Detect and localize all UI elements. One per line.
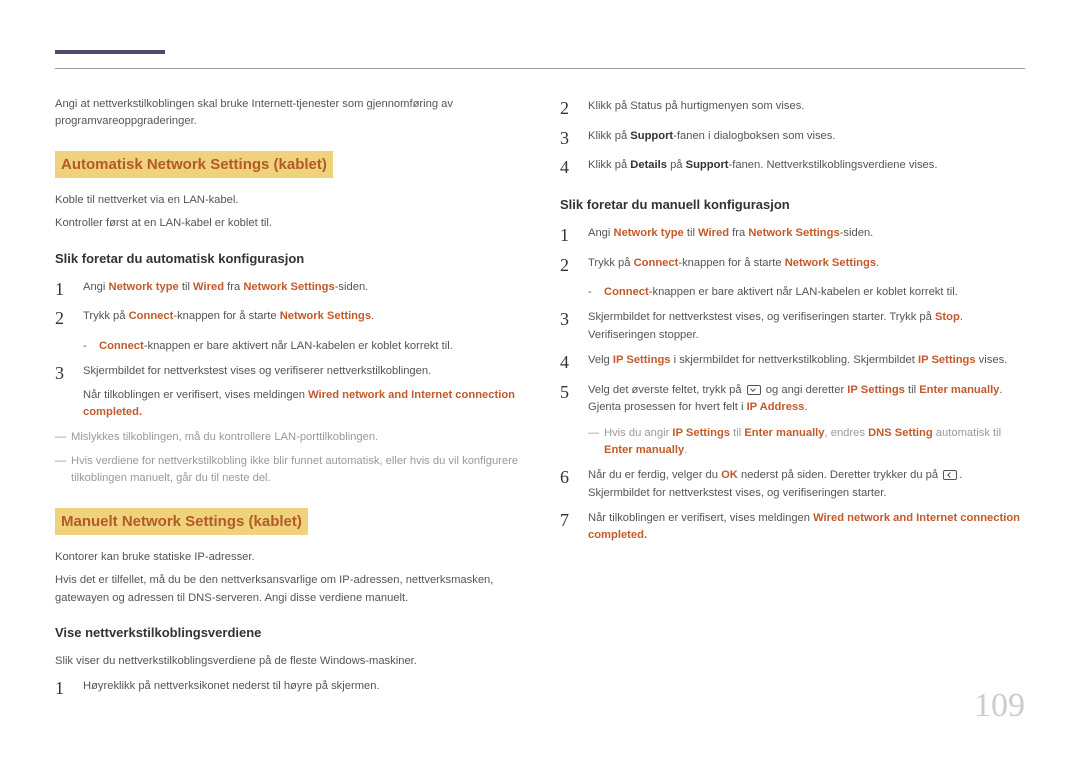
subheading-auto-config: Slik foretar du automatisk konfigurasjon xyxy=(55,249,520,269)
subheading-view-values: Vise nettverkstilkoblingsverdiene xyxy=(55,623,520,643)
step-number: 3 xyxy=(560,128,588,150)
heading-auto-network: Automatisk Network Settings (kablet) xyxy=(55,151,333,178)
step-text: Når du er ferdig, velger du OK nederst p… xyxy=(588,467,1025,502)
para: Kontorer kan bruke statiske IP-adresser. xyxy=(55,549,520,566)
step-number: 4 xyxy=(560,157,588,179)
intro-text: Angi at nettverkstilkoblingen skal bruke… xyxy=(55,96,520,131)
step-text: Høyreklikk på nettverksikonet nederst ti… xyxy=(83,678,520,700)
step-3: 3 Klikk på Support-fanen i dialogboksen … xyxy=(560,128,1025,150)
page-columns: Angi at nettverkstilkoblingen skal bruke… xyxy=(55,60,1025,708)
heading-manual-network: Manuelt Network Settings (kablet) xyxy=(55,508,308,535)
step-4: 4 Klikk på Details på Support-fanen. Net… xyxy=(560,157,1025,179)
note: ― Mislykkes tilkoblingen, må du kontroll… xyxy=(55,429,520,446)
step-text: Trykk på Connect-knappen for å starte Ne… xyxy=(588,255,1025,277)
step-3: 3 Skjermbildet for nettverkstest vises, … xyxy=(560,309,1025,344)
step-number: 1 xyxy=(55,678,83,700)
step-2: 2 Klikk på Status på hurtigmenyen som vi… xyxy=(560,98,1025,120)
para: Slik viser du nettverkstilkoblingsverdie… xyxy=(55,653,520,670)
step-text: Velg det øverste feltet, trykk på og ang… xyxy=(588,382,1025,417)
step-number: 1 xyxy=(55,279,83,301)
step-number: 7 xyxy=(560,510,588,545)
note: ― Hvis du angir IP Settings til Enter ma… xyxy=(588,425,1025,460)
right-column: 2 Klikk på Status på hurtigmenyen som vi… xyxy=(560,90,1025,708)
step-3: 3 Skjermbildet for nettverkstest vises o… xyxy=(55,363,520,421)
step-4: 4 Velg IP Settings i skjermbildet for ne… xyxy=(560,352,1025,374)
dash-icon: ― xyxy=(55,453,71,488)
note: ― Hvis verdiene for nettverkstilkobling … xyxy=(55,453,520,488)
step-number: 1 xyxy=(560,225,588,247)
step-text: Klikk på Details på Support-fanen. Nettv… xyxy=(588,157,1025,179)
step-text: Velg IP Settings i skjermbildet for nett… xyxy=(588,352,1025,374)
note-text: Hvis verdiene for nettverkstilkobling ik… xyxy=(71,453,520,488)
dash-icon: - xyxy=(588,284,604,301)
dash-icon: ― xyxy=(588,425,604,460)
note-text: Mislykkes tilkoblingen, må du kontroller… xyxy=(71,429,520,446)
step-6: 6 Når du er ferdig, velger du OK nederst… xyxy=(560,467,1025,502)
step-1: 1 Angi Network type til Wired fra Networ… xyxy=(560,225,1025,247)
step-number: 2 xyxy=(560,98,588,120)
dash-icon: - xyxy=(83,338,99,355)
step-number: 6 xyxy=(560,467,588,502)
left-column: Angi at nettverkstilkoblingen skal bruke… xyxy=(55,90,520,708)
sub-bullet: - Connect-knappen er bare aktivert når L… xyxy=(588,284,1025,301)
step-2: 2 Trykk på Connect-knappen for å starte … xyxy=(55,308,520,330)
section-marker xyxy=(55,50,165,54)
step-number: 4 xyxy=(560,352,588,374)
step-text: Når tilkoblingen er verifisert, vises me… xyxy=(588,510,1025,545)
step-number: 5 xyxy=(560,382,588,417)
step-text: Klikk på Support-fanen i dialogboksen so… xyxy=(588,128,1025,150)
step-text: Trykk på Connect-knappen for å starte Ne… xyxy=(83,308,520,330)
note-text: Hvis du angir IP Settings til Enter manu… xyxy=(604,425,1025,460)
step-1: 1 Høyreklikk på nettverksikonet nederst … xyxy=(55,678,520,700)
bullet-text: Connect-knappen er bare aktivert når LAN… xyxy=(99,338,520,355)
dash-icon: ― xyxy=(55,429,71,446)
sub-bullet: - Connect-knappen er bare aktivert når L… xyxy=(83,338,520,355)
step-7: 7 Når tilkoblingen er verifisert, vises … xyxy=(560,510,1025,545)
step-number: 3 xyxy=(55,363,83,421)
para: Koble til nettverket via en LAN-kabel. xyxy=(55,192,520,209)
para: Hvis det er tilfellet, må du be den nett… xyxy=(55,572,520,607)
step-1: 1 Angi Network type til Wired fra Networ… xyxy=(55,279,520,301)
step-number: 3 xyxy=(560,309,588,344)
step-number: 2 xyxy=(55,308,83,330)
subheading-manual-config: Slik foretar du manuell konfigurasjon xyxy=(560,195,1025,215)
step-5: 5 Velg det øverste feltet, trykk på og a… xyxy=(560,382,1025,417)
bullet-text: Connect-knappen er bare aktivert når LAN… xyxy=(604,284,1025,301)
return-icon xyxy=(943,470,957,480)
step-number: 2 xyxy=(560,255,588,277)
para: Kontroller først at en LAN-kabel er kobl… xyxy=(55,215,520,232)
step-text: Angi Network type til Wired fra Network … xyxy=(83,279,520,301)
page-number: 109 xyxy=(974,680,1025,733)
enter-icon xyxy=(747,385,761,395)
step-2: 2 Trykk på Connect-knappen for å starte … xyxy=(560,255,1025,277)
step-text: Skjermbildet for nettverkstest vises og … xyxy=(83,363,520,421)
step-text: Klikk på Status på hurtigmenyen som vise… xyxy=(588,98,1025,120)
top-rule xyxy=(55,68,1025,69)
step-text: Skjermbildet for nettverkstest vises, og… xyxy=(588,309,1025,344)
step-text: Angi Network type til Wired fra Network … xyxy=(588,225,1025,247)
